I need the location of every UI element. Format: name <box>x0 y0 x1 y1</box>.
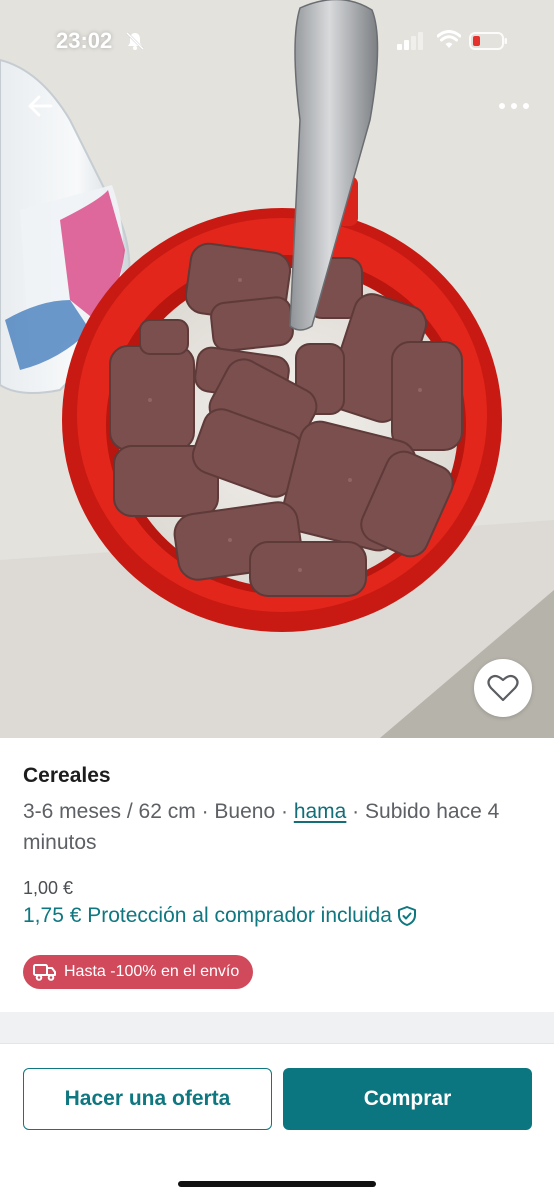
listing-title: Cereales <box>23 764 111 787</box>
shipping-discount-badge: Hasta -100% en el envío <box>23 955 254 989</box>
item-price: 1,00 € <box>23 878 74 898</box>
shipping-badge-text: Hasta -100% en el envío <box>64 963 240 980</box>
truck-icon <box>33 964 56 981</box>
buy-button[interactable]: Comprar <box>283 1068 532 1130</box>
status-time: 23:02 <box>56 28 113 53</box>
wifi-icon <box>437 30 461 48</box>
shield-check-icon <box>397 906 416 926</box>
arrow-left-icon <box>28 95 53 117</box>
battery-low-icon <box>469 32 507 50</box>
cereal-bowl-image <box>0 0 554 738</box>
brand-link[interactable]: hama <box>294 800 347 823</box>
condition-text: Bueno <box>214 800 276 823</box>
meta-separator: · <box>346 800 366 823</box>
section-divider <box>0 1012 554 1044</box>
back-button[interactable] <box>22 88 58 124</box>
meta-separator: · <box>275 800 294 823</box>
home-indicator <box>178 1181 376 1187</box>
more-options-button[interactable] <box>492 90 536 122</box>
listing-details: Cereales 3-6 meses / 62 cm · Bueno · ham… <box>23 762 533 858</box>
more-dots-icon <box>499 103 529 109</box>
buyer-protection-price[interactable]: 1,75 € Protección al comprador incluida <box>23 904 418 928</box>
listing-photo[interactable]: 23:02 <box>0 0 554 738</box>
total-price-text: 1,75 € Protección al comprador incluida <box>23 904 392 927</box>
meta-separator: · <box>195 800 215 823</box>
size-text: 3-6 meses / 62 cm <box>23 800 196 823</box>
heart-outline-icon <box>487 674 519 702</box>
favorite-button[interactable] <box>474 659 532 717</box>
cellular-signal-icon <box>397 32 423 50</box>
bell-slash-icon <box>126 32 144 50</box>
listing-meta: 3-6 meses / 62 cm · Bueno · hama · Subid… <box>23 796 533 858</box>
make-offer-button[interactable]: Hacer una oferta <box>23 1068 272 1130</box>
